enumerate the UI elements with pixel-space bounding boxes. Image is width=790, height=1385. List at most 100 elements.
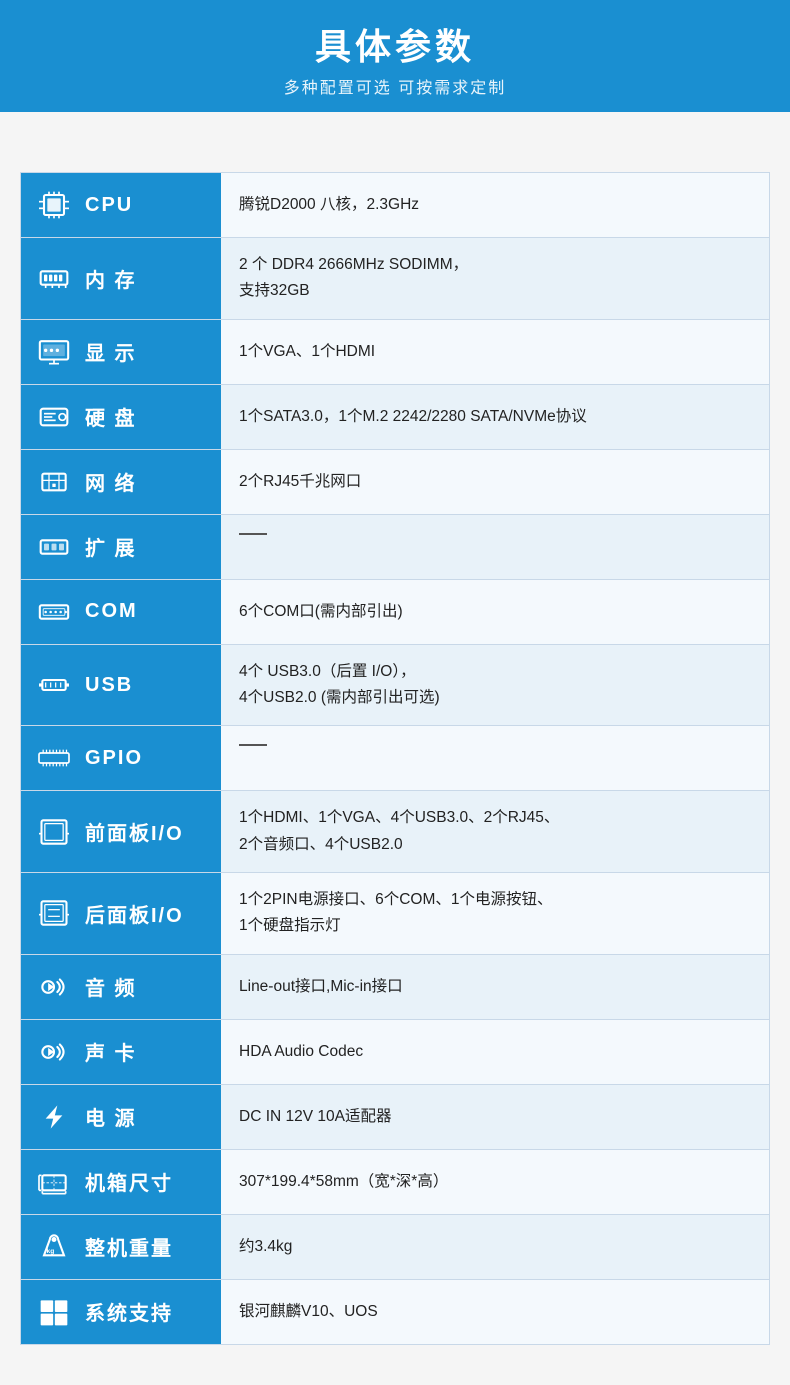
page-subtitle: 多种配置可选 可按需求定制: [0, 74, 790, 98]
spec-value-text-rear-io: 1个2PIN电源接口、6个COM、1个电源按钮、 1个硬盘指示灯: [239, 887, 552, 940]
spec-value-gpio: [221, 726, 769, 790]
cpu-icon: [33, 187, 75, 223]
spec-value-text-front-io: 1个HDMI、1个VGA、4个USB3.0、2个RJ45、 2个音频口、4个US…: [239, 805, 559, 858]
network-icon: [33, 464, 75, 500]
gpio-icon: [33, 740, 75, 776]
spec-label-hdd: 硬 盘: [21, 385, 221, 449]
spec-row-weight: kg 整机重量 约3.4kg: [20, 1215, 770, 1280]
spec-label-audio: 音 频: [21, 955, 221, 1019]
spec-row-power: 电 源 DC IN 12V 10A适配器: [20, 1085, 770, 1150]
spec-value-dash-expand: [239, 533, 267, 561]
spec-value-text-com: 6个COM口(需内部引出): [239, 599, 403, 625]
spec-label-os: 系统支持: [21, 1280, 221, 1344]
spec-row-usb: USB 4个 USB3.0（后置 I/O）， 4个USB2.0 (需内部引出可选): [20, 645, 770, 727]
spec-value-text-cpu: 腾锐D2000 八核，2.3GHz: [239, 192, 419, 218]
svg-text:kg: kg: [47, 1248, 55, 1255]
spec-value-text-weight: 约3.4kg: [239, 1234, 292, 1260]
spec-row-cpu: CPU 腾锐D2000 八核，2.3GHz: [20, 172, 770, 238]
spec-label-sound-card: 声 卡: [21, 1020, 221, 1084]
spec-label-text-hdd: 硬 盘: [85, 402, 137, 431]
spec-value-text-power: DC IN 12V 10A适配器: [239, 1104, 391, 1130]
spec-label-power: 电 源: [21, 1085, 221, 1149]
spec-row-gpio: GPIO: [20, 726, 770, 791]
sound-card-icon: [33, 1034, 75, 1070]
spec-label-gpio: GPIO: [21, 726, 221, 790]
spec-label-network: 网 络: [21, 450, 221, 514]
spec-table: CPU腾锐D2000 八核，2.3GHz 内 存2 个 DDR4 2666MHz…: [20, 172, 770, 1345]
page-title: 具体参数: [0, 18, 790, 70]
spec-value-text-hdd: 1个SATA3.0，1个M.2 2242/2280 SATA/NVMe协议: [239, 404, 587, 430]
spec-value-front-io: 1个HDMI、1个VGA、4个USB3.0、2个RJ45、 2个音频口、4个US…: [221, 791, 769, 872]
spec-label-expand: 扩 展: [21, 515, 221, 579]
page-header: 具体参数 多种配置可选 可按需求定制: [0, 0, 790, 112]
expand-icon: [33, 529, 75, 565]
spec-label-rear-io: 后面板I/O: [21, 873, 221, 954]
spec-value-text-display: 1个VGA、1个HDMI: [239, 339, 375, 365]
spec-value-audio: Line-out接口,Mic-in接口: [221, 955, 769, 1019]
spec-value-expand: [221, 515, 769, 579]
spec-label-display: 显 示: [21, 320, 221, 384]
spec-value-network: 2个RJ45千兆网口: [221, 450, 769, 514]
spec-label-text-weight: 整机重量: [85, 1232, 173, 1261]
spec-label-text-gpio: GPIO: [85, 747, 143, 770]
spec-label-dimensions: 机箱尺寸: [21, 1150, 221, 1214]
spec-label-text-usb: USB: [85, 674, 133, 697]
front-io-icon: [33, 814, 75, 850]
spec-row-com: COM 6个COM口(需内部引出): [20, 580, 770, 645]
spec-row-dimensions: 机箱尺寸 307*199.4*58mm（宽*深*高）: [20, 1150, 770, 1215]
spec-row-rear-io: 后面板I/O 1个2PIN电源接口、6个COM、1个电源按钮、 1个硬盘指示灯: [20, 873, 770, 955]
spec-label-text-os: 系统支持: [85, 1297, 173, 1326]
display-icon: [33, 334, 75, 370]
spec-value-text-audio: Line-out接口,Mic-in接口: [239, 974, 403, 1000]
spec-value-hdd: 1个SATA3.0，1个M.2 2242/2280 SATA/NVMe协议: [221, 385, 769, 449]
spec-label-text-com: COM: [85, 600, 138, 623]
spec-value-text-usb: 4个 USB3.0（后置 I/O）， 4个USB2.0 (需内部引出可选): [239, 659, 440, 712]
spec-value-text-dimensions: 307*199.4*58mm（宽*深*高）: [239, 1169, 448, 1195]
spec-row-hdd: 硬 盘 1个SATA3.0，1个M.2 2242/2280 SATA/NVMe协议: [20, 385, 770, 450]
hdd-icon: [33, 399, 75, 435]
com-icon: [33, 594, 75, 630]
spec-row-expand: 扩 展: [20, 515, 770, 580]
spec-label-cpu: CPU: [21, 173, 221, 237]
spec-value-os: 银河麒麟V10、UOS: [221, 1280, 769, 1344]
spec-row-display: 显 示 1个VGA、1个HDMI: [20, 320, 770, 385]
spec-value-text-network: 2个RJ45千兆网口: [239, 469, 361, 495]
spec-label-text-display: 显 示: [85, 337, 137, 366]
spec-value-text-sound-card: HDA Audio Codec: [239, 1039, 363, 1065]
audio-icon: [33, 969, 75, 1005]
spec-label-com: COM: [21, 580, 221, 644]
spec-label-text-network: 网 络: [85, 467, 137, 496]
spec-value-com: 6个COM口(需内部引出): [221, 580, 769, 644]
spec-value-cpu: 腾锐D2000 八核，2.3GHz: [221, 173, 769, 237]
spec-label-text-cpu: CPU: [85, 194, 133, 217]
spec-value-rear-io: 1个2PIN电源接口、6个COM、1个电源按钮、 1个硬盘指示灯: [221, 873, 769, 954]
spec-value-sound-card: HDA Audio Codec: [221, 1020, 769, 1084]
spec-value-display: 1个VGA、1个HDMI: [221, 320, 769, 384]
spec-label-text-dimensions: 机箱尺寸: [85, 1167, 173, 1196]
spec-label-text-audio: 音 频: [85, 972, 137, 1001]
spec-value-usb: 4个 USB3.0（后置 I/O）， 4个USB2.0 (需内部引出可选): [221, 645, 769, 726]
spec-label-front-io: 前面板I/O: [21, 791, 221, 872]
dimensions-icon: [33, 1164, 75, 1200]
spec-label-text-rear-io: 后面板I/O: [85, 899, 184, 928]
spec-row-sound-card: 声 卡 HDA Audio Codec: [20, 1020, 770, 1085]
spec-value-dash-gpio: [239, 744, 267, 772]
weight-icon: kg: [33, 1229, 75, 1265]
os-icon: [33, 1294, 75, 1330]
spec-label-memory: 内 存: [21, 238, 221, 319]
spec-value-text-os: 银河麒麟V10、UOS: [239, 1299, 378, 1325]
spacer: [0, 112, 790, 172]
spec-value-weight: 约3.4kg: [221, 1215, 769, 1279]
spec-row-network: 网 络 2个RJ45千兆网口: [20, 450, 770, 515]
spec-row-front-io: 前面板I/O 1个HDMI、1个VGA、4个USB3.0、2个RJ45、 2个音频…: [20, 791, 770, 873]
spec-label-text-sound-card: 声 卡: [85, 1037, 137, 1066]
power-icon: [33, 1099, 75, 1135]
spec-label-text-memory: 内 存: [85, 264, 137, 293]
memory-icon: [33, 260, 75, 296]
usb-icon: [33, 667, 75, 703]
spec-label-text-front-io: 前面板I/O: [85, 817, 184, 846]
spec-label-text-power: 电 源: [85, 1102, 137, 1131]
spec-label-text-expand: 扩 展: [85, 532, 137, 561]
spec-label-usb: USB: [21, 645, 221, 726]
spec-row-audio: 音 频 Line-out接口,Mic-in接口: [20, 955, 770, 1020]
